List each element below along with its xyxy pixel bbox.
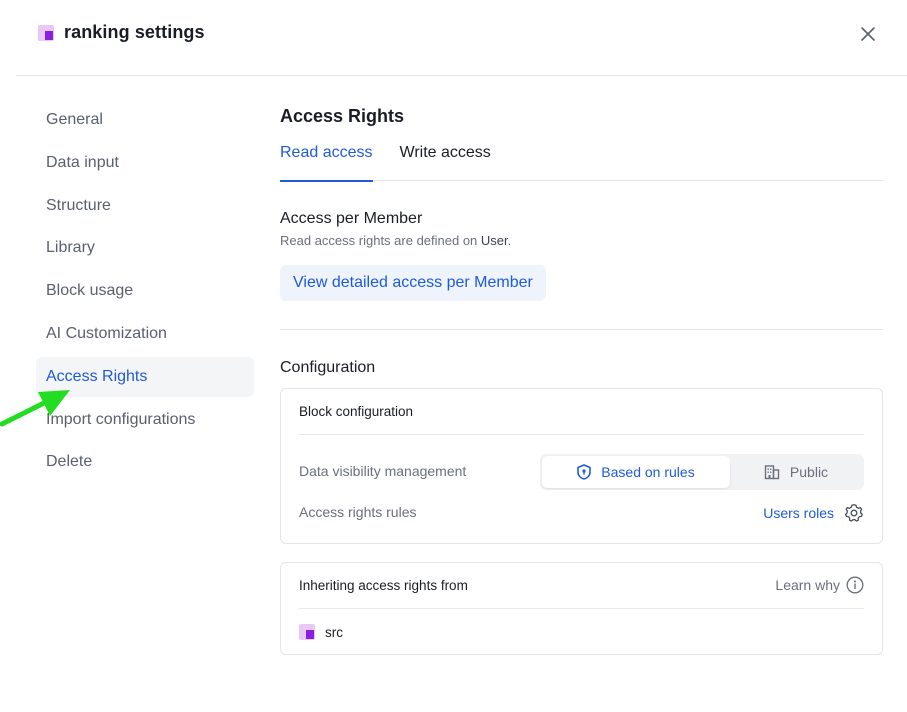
- header-divider: [16, 75, 907, 76]
- annotation-arrow: [0, 390, 70, 427]
- block-icon: [38, 25, 54, 41]
- shield-icon: [577, 464, 592, 480]
- tab-read-access[interactable]: Read access: [280, 141, 373, 182]
- users-roles-link[interactable]: Users roles: [763, 505, 834, 521]
- visibility-option-public[interactable]: Public: [730, 456, 862, 488]
- access-per-member-description: Read access rights are defined on User.: [280, 233, 512, 248]
- close-icon: [861, 27, 875, 41]
- sidebar-item-ai-customization[interactable]: AI Customization: [36, 314, 254, 354]
- view-access-per-member-button[interactable]: View detailed access per Member: [280, 265, 546, 301]
- inherited-source-item[interactable]: src: [299, 609, 864, 655]
- learn-why-link[interactable]: Learn why: [775, 576, 864, 594]
- gear-icon[interactable]: [844, 503, 864, 523]
- section-divider: [280, 329, 883, 330]
- main-panel: Access Rights Read access Write access A…: [280, 100, 883, 655]
- access-per-member-title: Access per Member: [280, 210, 423, 227]
- building-icon: [764, 465, 780, 480]
- data-visibility-label: Data visibility management: [299, 463, 467, 479]
- sidebar-item-block-usage[interactable]: Block usage: [36, 271, 254, 311]
- inherited-source-name: src: [325, 624, 343, 640]
- users-roles-control: Users roles: [763, 503, 864, 523]
- block-configuration-card: Block configuration Data visibility mana…: [280, 388, 883, 544]
- sidebar-item-data-input[interactable]: Data input: [36, 143, 254, 183]
- modal-title: ranking settings: [64, 22, 205, 42]
- info-icon: [846, 576, 864, 594]
- tab-write-access[interactable]: Write access: [400, 141, 491, 181]
- page-title: Access Rights: [280, 106, 405, 126]
- sidebar-item-structure[interactable]: Structure: [36, 186, 254, 226]
- block-configuration-title: Block configuration: [299, 389, 864, 435]
- visibility-option-based-on-rules[interactable]: Based on rules: [542, 456, 730, 488]
- close-button[interactable]: [856, 22, 880, 46]
- configuration-title: Configuration: [280, 359, 376, 376]
- modal-header: ranking settings: [0, 0, 907, 76]
- sidebar-item-library[interactable]: Library: [36, 228, 254, 268]
- access-entity: User: [480, 233, 508, 248]
- visibility-segmented-control: Based on rules Public: [540, 454, 864, 490]
- block-icon: [299, 624, 315, 640]
- tab-bar: Read access Write access: [280, 141, 883, 182]
- sidebar-item-delete[interactable]: Delete: [36, 442, 254, 482]
- sidebar-item-general[interactable]: General: [36, 100, 254, 140]
- inheriting-access-card: Inheriting access rights from Learn why …: [280, 562, 883, 655]
- access-rights-rules-label: Access rights rules: [299, 504, 417, 520]
